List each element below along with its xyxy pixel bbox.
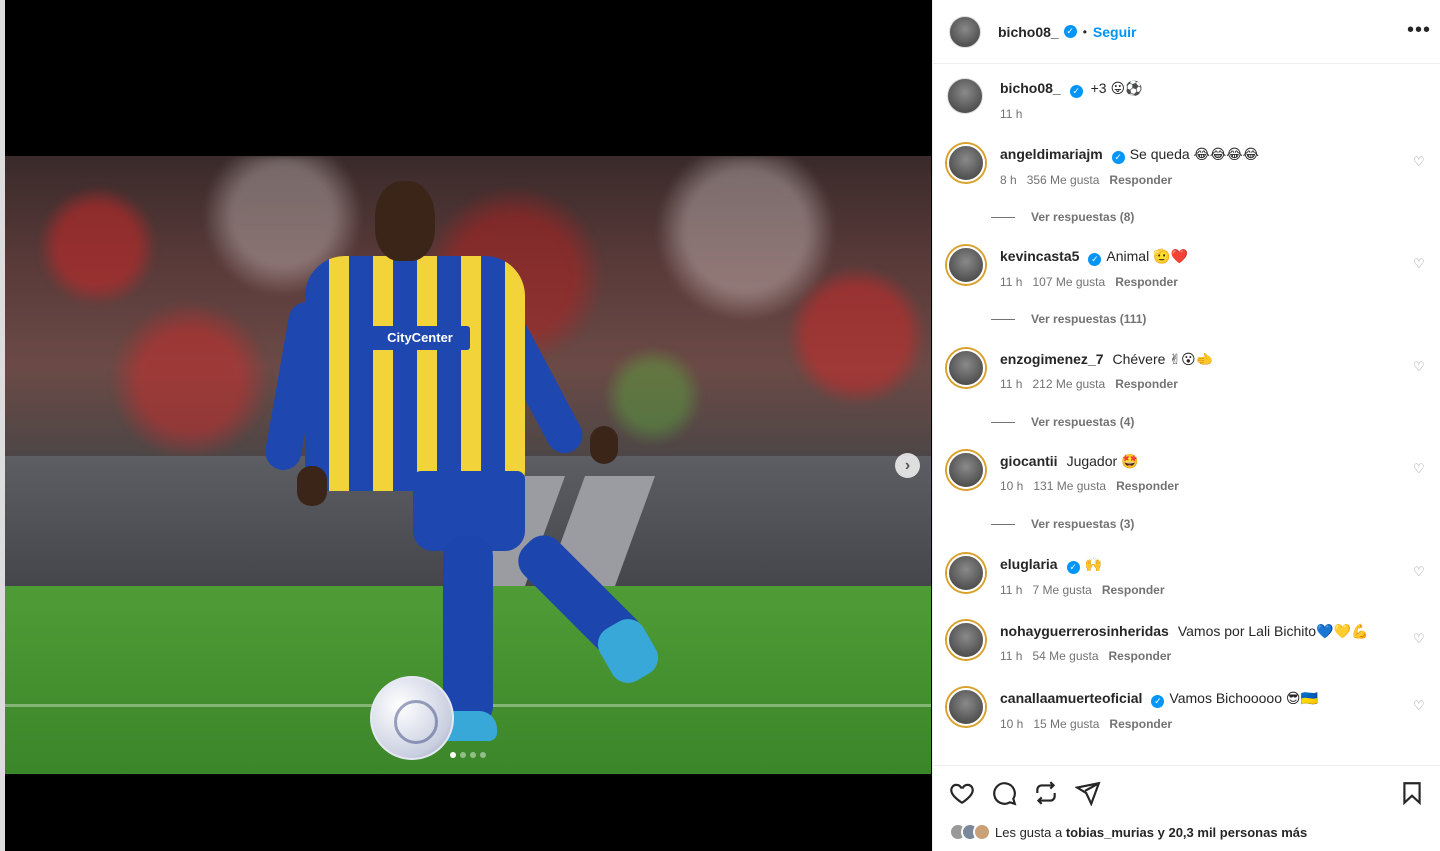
- post-header: bicho08_ ✓ • Seguir •••: [933, 0, 1440, 64]
- post-photo[interactable]: CityCenter: [5, 156, 931, 774]
- post-sidebar: bicho08_ ✓ • Seguir ••• bicho08_ ✓ +3 😛⚽ …: [932, 0, 1440, 851]
- action-bar: Les gusta a tobias_murias y 20,3 mil per…: [933, 765, 1440, 851]
- carousel-dot: [450, 752, 456, 758]
- comment-like-icon[interactable]: ♡: [1413, 359, 1427, 374]
- comment-like-icon[interactable]: ♡: [1413, 256, 1427, 271]
- next-photo-button[interactable]: ›: [895, 453, 920, 478]
- comment-icon[interactable]: [991, 780, 1017, 806]
- liker-avatar: [973, 823, 991, 841]
- carousel-dot: [470, 752, 476, 758]
- comment-text: Animal 🫡❤️: [1106, 248, 1188, 264]
- caption-text: +3 😛⚽: [1090, 80, 1143, 96]
- comment-time: 11 h: [1000, 583, 1023, 597]
- view-replies-button[interactable]: Ver respuestas (8): [991, 210, 1134, 224]
- comment-like-icon[interactable]: ♡: [1413, 631, 1427, 646]
- commenter-avatar[interactable]: [947, 349, 985, 387]
- comment-like-icon[interactable]: ♡: [1413, 461, 1427, 476]
- commenter-username[interactable]: angeldimariajm: [1000, 146, 1103, 162]
- likes-summary: Les gusta a tobias_murias y 20,3 mil per…: [949, 823, 1307, 841]
- reply-button[interactable]: Responder: [1116, 479, 1179, 493]
- commenter-username[interactable]: enzogimenez_7: [1000, 351, 1103, 367]
- comment-time: 11 h: [1000, 377, 1023, 391]
- more-options-icon[interactable]: •••: [1407, 20, 1431, 40]
- author-avatar[interactable]: [949, 15, 981, 48]
- comment-text: Vamos por Lali Bichito💙💛💪: [1177, 623, 1369, 639]
- author-username[interactable]: bicho08_: [998, 24, 1059, 40]
- share-icon[interactable]: [1075, 780, 1101, 806]
- reply-button[interactable]: Responder: [1109, 173, 1172, 187]
- likes-user[interactable]: tobias_murias: [1066, 825, 1154, 840]
- comment-likes[interactable]: 107 Me gusta: [1032, 275, 1105, 289]
- football: [370, 676, 454, 760]
- author-avatar[interactable]: [947, 78, 983, 114]
- verified-icon: ✓: [1063, 25, 1077, 38]
- likes-suffix[interactable]: y 20,3 mil personas más: [1158, 825, 1308, 840]
- comment-likes[interactable]: 15 Me gusta: [1033, 717, 1099, 731]
- comment-text: Jugador 🤩: [1066, 453, 1139, 469]
- commenter-avatar[interactable]: [947, 554, 985, 592]
- comment-likes[interactable]: 131 Me gusta: [1033, 479, 1106, 493]
- comment-time: 8 h: [1000, 173, 1017, 187]
- separator-dot: •: [1082, 24, 1087, 39]
- reply-button[interactable]: Responder: [1109, 717, 1172, 731]
- caption-time: 11 h: [1000, 107, 1023, 121]
- comment-likes[interactable]: 54 Me gusta: [1032, 649, 1098, 663]
- comment-like-icon[interactable]: ♡: [1413, 564, 1427, 579]
- verified-icon: ✓: [1066, 561, 1080, 574]
- jersey-sponsor: CityCenter: [370, 326, 470, 350]
- comment-like-icon[interactable]: ♡: [1413, 698, 1427, 713]
- repost-icon[interactable]: [1033, 780, 1059, 806]
- verified-icon: ✓: [1069, 85, 1083, 98]
- comment-text: Se queda 😂😂😂😂: [1129, 146, 1259, 162]
- view-replies-button[interactable]: Ver respuestas (4): [991, 415, 1134, 429]
- player-figure: CityCenter: [262, 181, 665, 761]
- likes-prefix: Les gusta a: [995, 824, 1063, 840]
- comment-text: 🙌: [1084, 556, 1103, 572]
- comment-time: 10 h: [1000, 479, 1024, 493]
- heart-icon[interactable]: [949, 780, 975, 806]
- commenter-avatar[interactable]: [947, 246, 985, 284]
- comment-time: 10 h: [1000, 717, 1024, 731]
- view-replies-button[interactable]: Ver respuestas (111): [991, 312, 1146, 326]
- comment-like-icon[interactable]: ♡: [1413, 154, 1427, 169]
- comment-text: Vamos Bichooooo 😎🇺🇦: [1169, 690, 1318, 706]
- follow-button[interactable]: Seguir: [1093, 24, 1137, 40]
- verified-icon: ✓: [1151, 695, 1165, 708]
- carousel-dot: [460, 752, 466, 758]
- post-media: CityCenter ›: [0, 0, 932, 851]
- chevron-right-icon: ›: [904, 456, 911, 474]
- view-replies-button[interactable]: Ver respuestas (3): [991, 517, 1134, 531]
- comments-list[interactable]: bicho08_ ✓ +3 😛⚽ 11 h angeldimariajm ✓ Se q…: [933, 64, 1440, 765]
- reply-button[interactable]: Responder: [1109, 649, 1172, 663]
- comment-likes[interactable]: 356 Me gusta: [1027, 173, 1100, 187]
- commenter-username[interactable]: giocantii: [1000, 453, 1058, 469]
- comment-time: 11 h: [1000, 649, 1023, 663]
- comment-time: 11 h: [1000, 275, 1023, 289]
- carousel-dots: [450, 752, 486, 758]
- commenter-avatar[interactable]: [947, 621, 985, 659]
- commenter-avatar[interactable]: [947, 688, 985, 726]
- comment-likes[interactable]: 212 Me gusta: [1032, 377, 1105, 391]
- verified-icon: ✓: [1111, 151, 1125, 164]
- commenter-username[interactable]: eluglaria: [1000, 556, 1058, 572]
- comment-likes[interactable]: 7 Me gusta: [1032, 583, 1091, 597]
- carousel-dot: [480, 752, 486, 758]
- reply-button[interactable]: Responder: [1115, 377, 1178, 391]
- verified-icon: ✓: [1088, 253, 1102, 266]
- comment-text: Chévere ✌😮🫲: [1112, 351, 1214, 367]
- reply-button[interactable]: Responder: [1102, 583, 1165, 597]
- commenter-avatar[interactable]: [947, 144, 985, 182]
- bookmark-icon[interactable]: [1399, 780, 1425, 806]
- commenter-username[interactable]: canallaamuerteoficial: [1000, 690, 1142, 706]
- commenter-avatar[interactable]: [947, 451, 985, 489]
- reply-button[interactable]: Responder: [1115, 275, 1178, 289]
- commenter-username[interactable]: nohayguerrerosinheridas: [1000, 623, 1169, 639]
- caption-username[interactable]: bicho08_: [1000, 80, 1061, 96]
- commenter-username[interactable]: kevincasta5: [1000, 248, 1079, 264]
